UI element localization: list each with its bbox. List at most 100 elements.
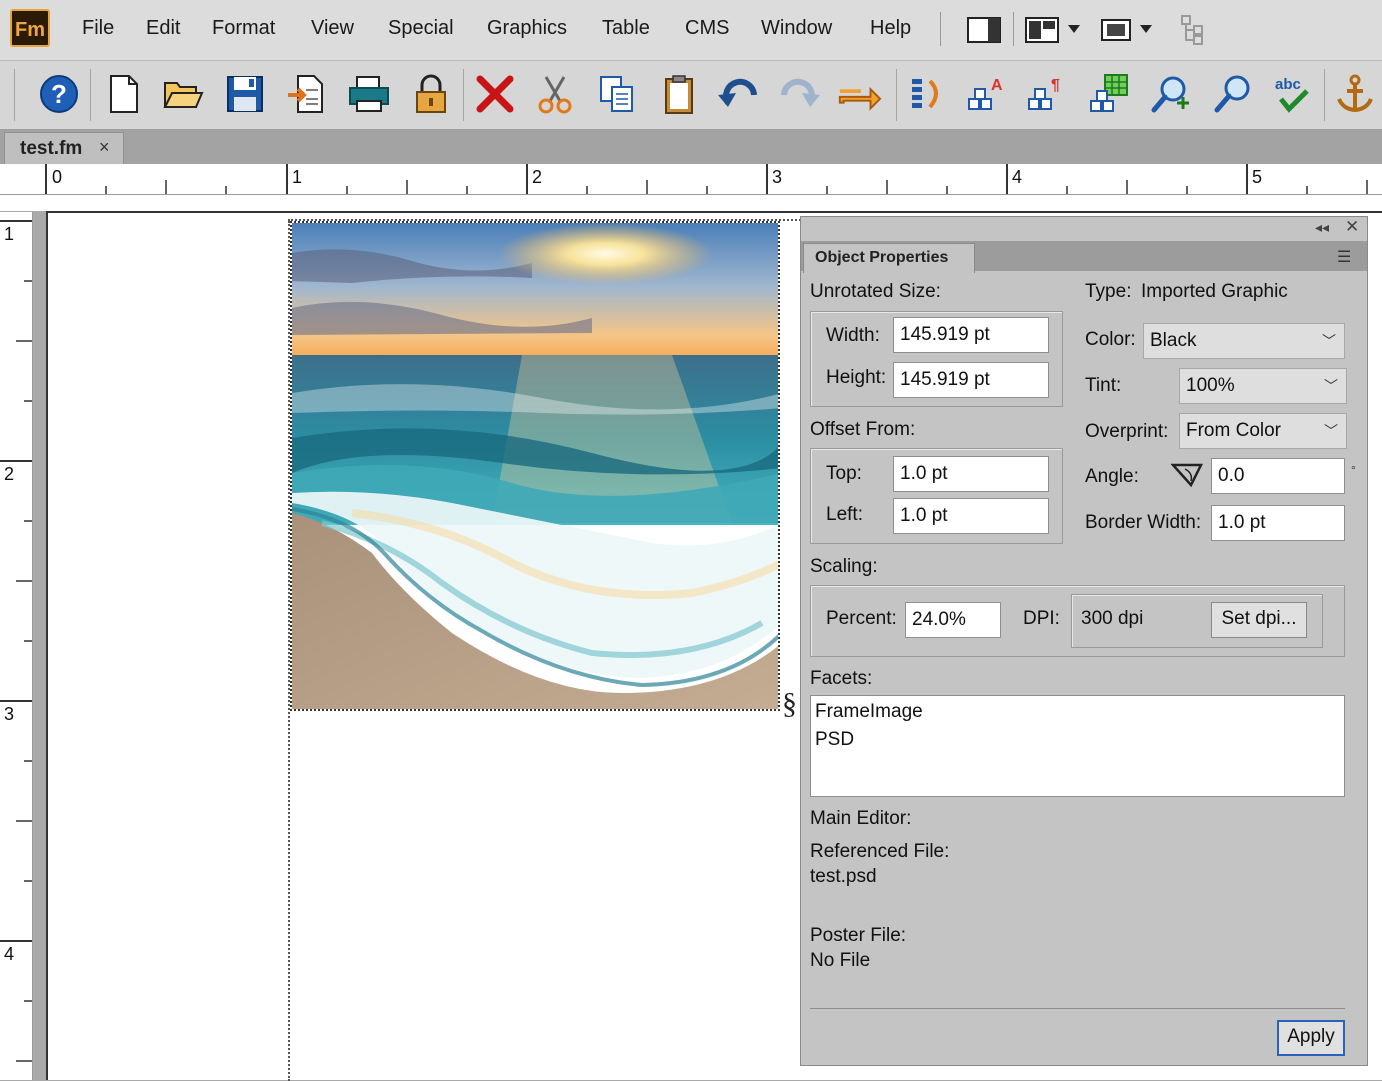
color-value: Black [1150, 330, 1197, 351]
panel-tab[interactable]: Object Properties [803, 243, 975, 273]
find-icon[interactable] [1148, 71, 1194, 117]
panel-titlebar: ◂◂ ✕ [801, 217, 1367, 241]
menu-view[interactable]: View [311, 17, 354, 40]
type-label: Type: [1085, 281, 1132, 302]
lock-icon[interactable] [408, 71, 454, 117]
tab-close-icon[interactable]: × [99, 137, 110, 158]
main-editor-label: Main Editor: [810, 808, 912, 829]
object-properties-panel: ◂◂ ✕ Object Properties ☰ Unrotated Size:… [800, 216, 1368, 1066]
search-icon[interactable] [1210, 71, 1256, 117]
close-panel-icon[interactable]: ✕ [1345, 217, 1359, 237]
chevron-down-icon: ﹀ [1322, 333, 1336, 349]
percent-label: Percent: [826, 608, 897, 629]
width-label: Width: [826, 325, 880, 346]
import-icon[interactable] [284, 71, 330, 117]
text-flow-icon[interactable] [904, 71, 950, 117]
imported-graphic[interactable] [290, 221, 780, 711]
paste-icon[interactable] [656, 71, 702, 117]
tab-test-fm[interactable]: test.fm × [4, 132, 124, 164]
chevron-down-icon: ﹀ [1324, 423, 1338, 439]
svg-text:abc: abc [1275, 76, 1301, 93]
menu-special[interactable]: Special [388, 17, 454, 40]
collapse-panel-icon[interactable]: ◂◂ [1315, 219, 1329, 236]
toolbar-grip [14, 69, 15, 121]
spelling-check-icon[interactable]: abc [1270, 71, 1316, 117]
ruler-label-4: 4 [1012, 167, 1023, 187]
dpi-label: DPI: [1023, 608, 1060, 629]
svg-text:¶: ¶ [1051, 77, 1060, 94]
help-icon[interactable]: ? [36, 71, 82, 117]
tint-value: 100% [1186, 375, 1235, 396]
beach-sunset-image [292, 223, 778, 709]
vruler-label-3: 3 [4, 704, 15, 724]
color-dropdown[interactable]: Black ﹀ [1143, 323, 1345, 359]
horizontal-ruler: 0 1 2 3 4 5 [0, 164, 1382, 195]
paragraph-format-icon[interactable]: ¶ [1024, 71, 1070, 117]
table-icon[interactable] [1086, 71, 1132, 117]
anchor-icon[interactable] [1332, 71, 1378, 117]
tint-label: Tint: [1085, 375, 1122, 396]
apply-button[interactable]: Apply [1277, 1020, 1345, 1056]
facet-item[interactable]: FrameImage [815, 701, 923, 723]
referenced-file-label: Referenced File: [810, 841, 950, 862]
panel-toggle-icon[interactable] [966, 12, 1002, 46]
copy-icon[interactable] [594, 71, 640, 117]
angle-icon [1170, 463, 1204, 489]
app-logo[interactable]: Fm [10, 9, 50, 47]
menu-table[interactable]: Table [602, 17, 650, 40]
type-value: Imported Graphic [1141, 281, 1288, 302]
menu-edit[interactable]: Edit [146, 17, 180, 40]
panel-title: Object Properties [815, 249, 949, 266]
scaling-label: Scaling: [810, 556, 878, 577]
panel-menu-icon[interactable]: ☰ [1337, 247, 1351, 267]
svg-text:?: ? [51, 79, 67, 109]
left-field[interactable]: 1.0 pt [893, 498, 1049, 534]
structure-view-icon[interactable] [1176, 12, 1212, 46]
height-field[interactable]: 145.919 pt [893, 362, 1049, 398]
facets-list[interactable]: FrameImage PSD [810, 695, 1345, 797]
border-width-field[interactable]: 1.0 pt [1211, 505, 1345, 541]
vruler-label-1: 1 [4, 224, 15, 244]
ruler-label-5: 5 [1252, 167, 1263, 187]
redo-icon[interactable] [776, 71, 822, 117]
cut-icon[interactable] [532, 71, 578, 117]
toolbar: ? A ¶ abc [0, 61, 1382, 130]
poster-file-value: No File [810, 950, 871, 971]
menu-help[interactable]: Help [870, 17, 911, 40]
width-field[interactable]: 145.919 pt [893, 317, 1049, 353]
screen-mode-icon[interactable] [1098, 12, 1160, 46]
character-format-icon[interactable]: A [964, 71, 1010, 117]
ruler-label-2: 2 [532, 167, 543, 187]
panel-divider [810, 1008, 1345, 1009]
open-folder-icon[interactable] [160, 71, 206, 117]
facet-item[interactable]: PSD [815, 729, 854, 751]
print-icon[interactable] [346, 71, 392, 117]
angle-label: Angle: [1085, 466, 1139, 487]
top-label: Top: [826, 463, 862, 484]
delete-icon[interactable] [472, 71, 518, 117]
ruler-label-1: 1 [292, 167, 303, 187]
document-tab-strip [0, 130, 1382, 164]
percent-field[interactable]: 24.0% [905, 602, 1001, 638]
menu-file[interactable]: File [82, 17, 114, 40]
menu-cms[interactable]: CMS [685, 17, 729, 40]
menu-separator [1013, 12, 1014, 46]
overprint-dropdown[interactable]: From Color ﹀ [1179, 413, 1347, 449]
save-icon[interactable] [222, 71, 268, 117]
set-dpi-button[interactable]: Set dpi... [1211, 602, 1307, 638]
chevron-down-icon: ﹀ [1324, 378, 1338, 394]
top-field[interactable]: 1.0 pt [893, 456, 1049, 492]
facets-label: Facets: [810, 668, 873, 689]
menu-format[interactable]: Format [212, 17, 275, 40]
undo-icon[interactable] [716, 71, 762, 117]
forward-icon[interactable] [836, 71, 882, 117]
menu-window[interactable]: Window [761, 17, 832, 40]
new-document-icon[interactable] [100, 71, 146, 117]
height-label: Height: [826, 367, 887, 388]
ruler-ticks [45, 164, 1368, 194]
workspace-layout-icon[interactable] [1024, 12, 1086, 46]
ruler-gap [0, 195, 1382, 211]
tint-dropdown[interactable]: 100% ﹀ [1179, 368, 1347, 404]
menu-graphics[interactable]: Graphics [487, 17, 567, 40]
angle-field[interactable]: 0.0 [1211, 458, 1345, 494]
